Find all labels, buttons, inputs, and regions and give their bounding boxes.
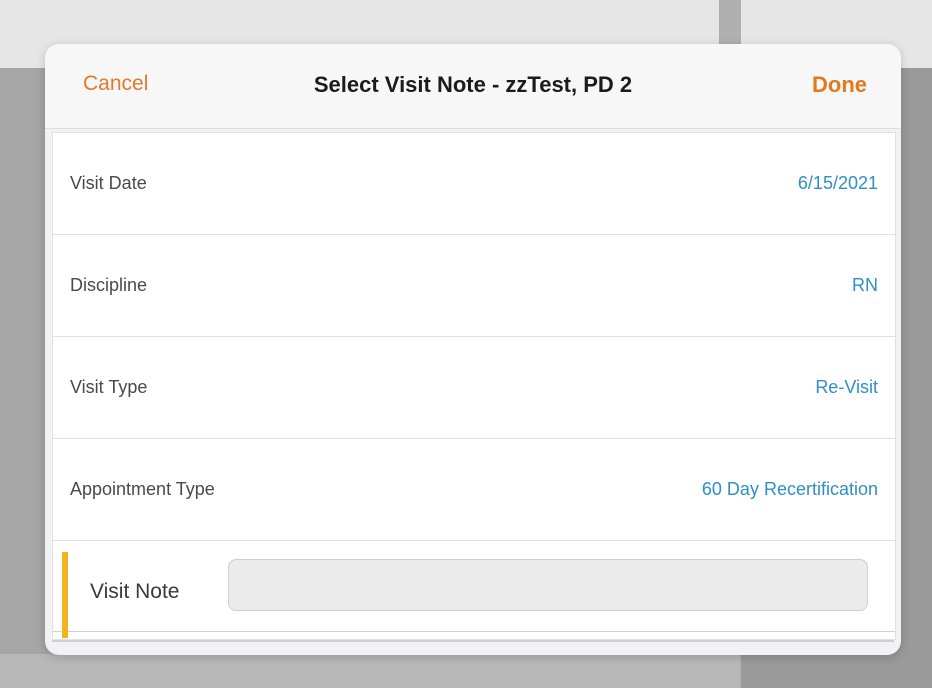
discipline-row[interactable]: Discipline RN (53, 235, 895, 337)
appointment-type-row[interactable]: Appointment Type 60 Day Recertification (53, 439, 895, 541)
background-footer (0, 654, 740, 688)
visit-note-form: Visit Date 6/15/2021 Discipline RN Visit… (52, 132, 896, 640)
visit-date-label: Visit Date (70, 173, 147, 193)
required-field-marker (62, 552, 68, 638)
visit-date-row[interactable]: Visit Date 6/15/2021 (53, 133, 895, 235)
visit-type-row[interactable]: Visit Type Re-Visit (53, 337, 895, 439)
visit-type-value[interactable]: Re-Visit (815, 377, 878, 398)
visit-date-value[interactable]: 6/15/2021 (798, 173, 878, 194)
visit-note-label: Visit Note (90, 580, 180, 603)
modal-nav-bar: Cancel Select Visit Note - zzTest, PD 2 … (45, 44, 901, 129)
discipline-value[interactable]: RN (852, 275, 878, 296)
select-visit-note-modal: Cancel Select Visit Note - zzTest, PD 2 … (45, 44, 901, 655)
done-button[interactable]: Done (812, 72, 867, 98)
appointment-type-label: Appointment Type (70, 479, 215, 499)
visit-note-row: Visit Note (53, 541, 895, 638)
visit-note-input[interactable] (228, 559, 868, 611)
appointment-type-value[interactable]: 60 Day Recertification (702, 479, 878, 500)
form-bottom-divider (52, 640, 894, 642)
visit-type-label: Visit Type (70, 377, 148, 397)
modal-title: Select Visit Note - zzTest, PD 2 (313, 72, 633, 97)
discipline-label: Discipline (70, 275, 148, 295)
